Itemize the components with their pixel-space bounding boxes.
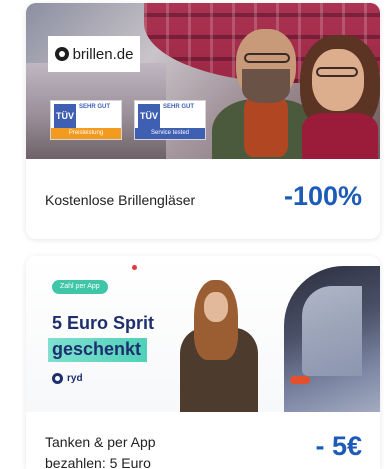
- ryd-logo-icon: [52, 373, 63, 384]
- ryd-brand: ryd: [52, 373, 83, 384]
- brand-logo: brillen.de: [48, 36, 140, 72]
- offer-card-ryd[interactable]: Zahl per App 5 Euro Sprit geschenkt ryd …: [26, 256, 380, 469]
- offer-title-line: bezahlen: 5 Euro: [45, 455, 151, 469]
- woman-illustration: [176, 274, 260, 412]
- tuv-grade: SEHR GUT: [79, 104, 111, 110]
- offer-discount: - 5€: [315, 431, 362, 461]
- offer-discount: -100%: [283, 181, 362, 211]
- car-light: [290, 376, 310, 384]
- app-pill: Zahl per App: [52, 280, 108, 294]
- woman-illustration: [296, 35, 380, 159]
- brand-logo-text: brillen.de: [72, 45, 134, 63]
- offer-title-line: Tanken & per App: [45, 434, 156, 450]
- offer-title: Tanken & per App bezahlen: 5 Euro: [45, 432, 245, 469]
- tuv-mark: TÜV: [54, 104, 76, 128]
- offer-card-brillen[interactable]: brillen.de TÜV SEHR GUT Preisleistung TÜ…: [26, 3, 380, 239]
- promo-highlight: geschenkt: [48, 338, 148, 362]
- ryd-brand-text: ryd: [67, 373, 83, 384]
- tuv-grade: SEHR GUT: [163, 104, 195, 110]
- offer-image: Zahl per App 5 Euro Sprit geschenkt ryd: [26, 256, 380, 412]
- promo-headline: 5 Euro Sprit: [52, 313, 155, 333]
- tuv-mark: TÜV: [138, 104, 160, 128]
- tuv-strip: Service tested: [135, 128, 205, 139]
- offer-image: brillen.de TÜV SEHR GUT Preisleistung TÜ…: [26, 3, 380, 159]
- decorative-dot: [132, 265, 137, 270]
- tuv-strip: Preisleistung: [51, 128, 121, 139]
- offer-title: Kostenlose Brillengläser: [45, 192, 196, 208]
- tuv-badge: TÜV SEHR GUT Service tested: [134, 100, 206, 140]
- tuv-badge: TÜV SEHR GUT Preisleistung: [50, 100, 122, 140]
- brillen-logo-icon: [54, 47, 69, 61]
- car-window: [302, 286, 362, 376]
